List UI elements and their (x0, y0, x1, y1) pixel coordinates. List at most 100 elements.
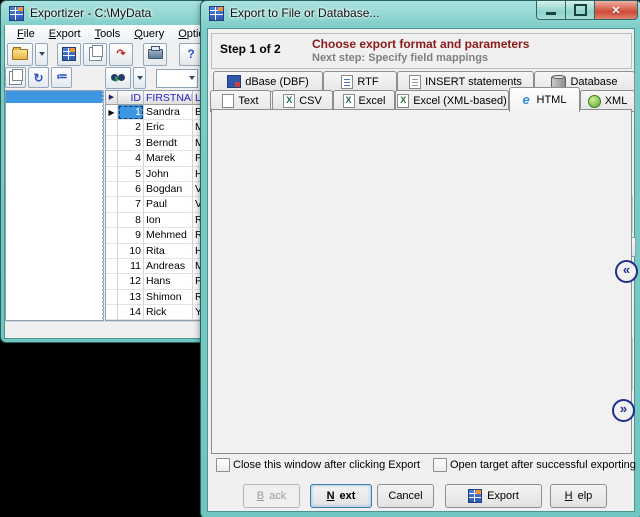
cell-id[interactable]: 11 (118, 259, 144, 274)
collapse-panel-button[interactable]: « (615, 260, 638, 283)
cell-firstname[interactable]: Ion (144, 213, 193, 228)
table-list-item[interactable] (6, 163, 103, 175)
copy-table-button[interactable] (5, 67, 26, 88)
table-row[interactable]: 6 Bogdan Vov (106, 182, 206, 197)
cell-id[interactable]: 4 (118, 151, 144, 166)
table-row[interactable]: 5 John Hla (106, 167, 206, 182)
cell-id[interactable]: 8 (118, 213, 144, 228)
tab-rtf[interactable]: RTF (323, 71, 397, 92)
table-row[interactable]: 13 Shimon Rab (106, 290, 206, 305)
cell-id[interactable]: 6 (118, 182, 144, 197)
cell-firstname[interactable]: Bogdan (144, 182, 193, 197)
grid-header-row: ▶ ID FIRSTNAME LASTNAME (106, 91, 206, 105)
cell-firstname[interactable]: Andreas (144, 259, 193, 274)
table-row[interactable]: 7 Paul Vog (106, 197, 206, 212)
cell-id[interactable]: 5 (118, 167, 144, 182)
cell-firstname[interactable]: Berndt (144, 136, 193, 151)
open-target-checkbox[interactable] (433, 458, 447, 472)
cell-id[interactable]: 12 (118, 274, 144, 289)
table-list-item[interactable] (6, 115, 103, 127)
back-button[interactable]: Back (243, 484, 300, 508)
menu-export[interactable]: Export (42, 27, 88, 41)
table-row[interactable]: 4 Marek Prz (106, 151, 206, 166)
cell-firstname[interactable]: Paul (144, 197, 193, 212)
table-list-item[interactable] (6, 91, 103, 103)
table-row[interactable]: 8 Ion Rot (106, 213, 206, 228)
open-database-button[interactable] (7, 43, 33, 66)
cell-id[interactable]: 7 (118, 197, 144, 212)
tab-dbase[interactable]: dBase (DBF) (213, 71, 323, 92)
caption-buttons: ✕ (536, 1, 638, 19)
menu-file[interactable]: File (10, 27, 42, 41)
current-row-marker (106, 244, 118, 259)
minimize-button[interactable] (536, 1, 566, 20)
open-folder-icon (12, 49, 28, 60)
column-header-id[interactable]: ID (118, 91, 144, 105)
replace-icon: ↷ (116, 49, 125, 59)
next-button[interactable]: Next (310, 484, 372, 508)
cell-id[interactable]: 14 (118, 305, 144, 320)
cell-id[interactable]: 1 (118, 105, 144, 120)
table-row[interactable]: 9 Mehmed Rab (106, 228, 206, 243)
cell-firstname[interactable]: Eric (144, 120, 193, 135)
cell-id[interactable]: 3 (118, 136, 144, 151)
find-dropdown[interactable] (133, 67, 146, 89)
export-table-button[interactable] (57, 43, 81, 66)
table-list-item[interactable] (6, 103, 103, 115)
current-row-marker (106, 305, 118, 320)
table-row[interactable]: 12 Hans Pet (106, 274, 206, 289)
close-button[interactable]: ✕ (594, 1, 638, 20)
menu-tools[interactable]: Tools (88, 27, 128, 41)
help-button[interactable]: Help (550, 484, 607, 508)
table-list-item[interactable] (6, 127, 103, 139)
cell-id[interactable]: 10 (118, 244, 144, 259)
text-file-icon (222, 94, 234, 108)
marker-column-header-icon[interactable]: ▶ (106, 91, 118, 105)
filter-combobox[interactable] (156, 69, 198, 88)
cell-firstname[interactable]: Rita (144, 244, 193, 259)
table-row[interactable]: ▶ 1 Sandra Bus (106, 105, 206, 120)
menu-query[interactable]: Query (127, 27, 171, 41)
copy-icon (9, 71, 22, 85)
wizard-heading: Choose export format and parameters (312, 37, 529, 51)
table-row[interactable]: 3 Berndt Mar (106, 136, 206, 151)
refresh-button[interactable]: ↻ (28, 67, 49, 88)
cell-firstname[interactable]: Rick (144, 305, 193, 320)
replace-button[interactable]: ↷ (109, 43, 133, 66)
cell-firstname[interactable]: Shimon (144, 290, 193, 305)
current-row-marker (106, 259, 118, 274)
exportizer-app-icon (9, 6, 24, 21)
export-dialog: Export to File or Database... ✕ Step 1 o… (200, 0, 640, 517)
view-details-button[interactable]: ≔ (51, 67, 72, 88)
internet-explorer-icon: e (523, 94, 533, 106)
print-button[interactable] (143, 43, 167, 66)
column-header-firstname[interactable]: FIRSTNAME (144, 91, 193, 105)
maximize-button[interactable] (566, 1, 594, 20)
open-database-dropdown[interactable] (35, 43, 48, 66)
cell-id[interactable]: 13 (118, 290, 144, 305)
tab-html[interactable]: eHTML (509, 87, 580, 112)
table-row[interactable]: 2 Eric Mile (106, 120, 206, 135)
close-after-export-checkbox[interactable] (216, 458, 230, 472)
cell-firstname[interactable]: Sandra (144, 105, 193, 120)
cell-firstname[interactable]: Marek (144, 151, 193, 166)
table-row[interactable]: 14 Rick Yon (106, 305, 206, 320)
expand-export-mode-button[interactable]: » (612, 399, 635, 422)
table-list-item[interactable] (6, 139, 103, 151)
rtf-icon (341, 75, 353, 89)
cell-firstname[interactable]: Hans (144, 274, 193, 289)
cell-id[interactable]: 2 (118, 120, 144, 135)
copy-button[interactable] (83, 43, 107, 66)
cell-id[interactable]: 9 (118, 228, 144, 243)
current-row-marker (106, 182, 118, 197)
cell-firstname[interactable]: John (144, 167, 193, 182)
pane-splitter[interactable] (102, 90, 104, 319)
export-button[interactable]: Export (445, 484, 542, 508)
exportizer-titlebar[interactable]: Exportizer - C:\MyData (1, 1, 206, 25)
find-button[interactable] (105, 67, 131, 89)
table-row[interactable]: 10 Rita Hag (106, 244, 206, 259)
cell-firstname[interactable]: Mehmed (144, 228, 193, 243)
table-row[interactable]: 11 Andreas Mul (106, 259, 206, 274)
cancel-button[interactable]: Cancel (377, 484, 434, 508)
table-list-item[interactable] (6, 151, 103, 163)
